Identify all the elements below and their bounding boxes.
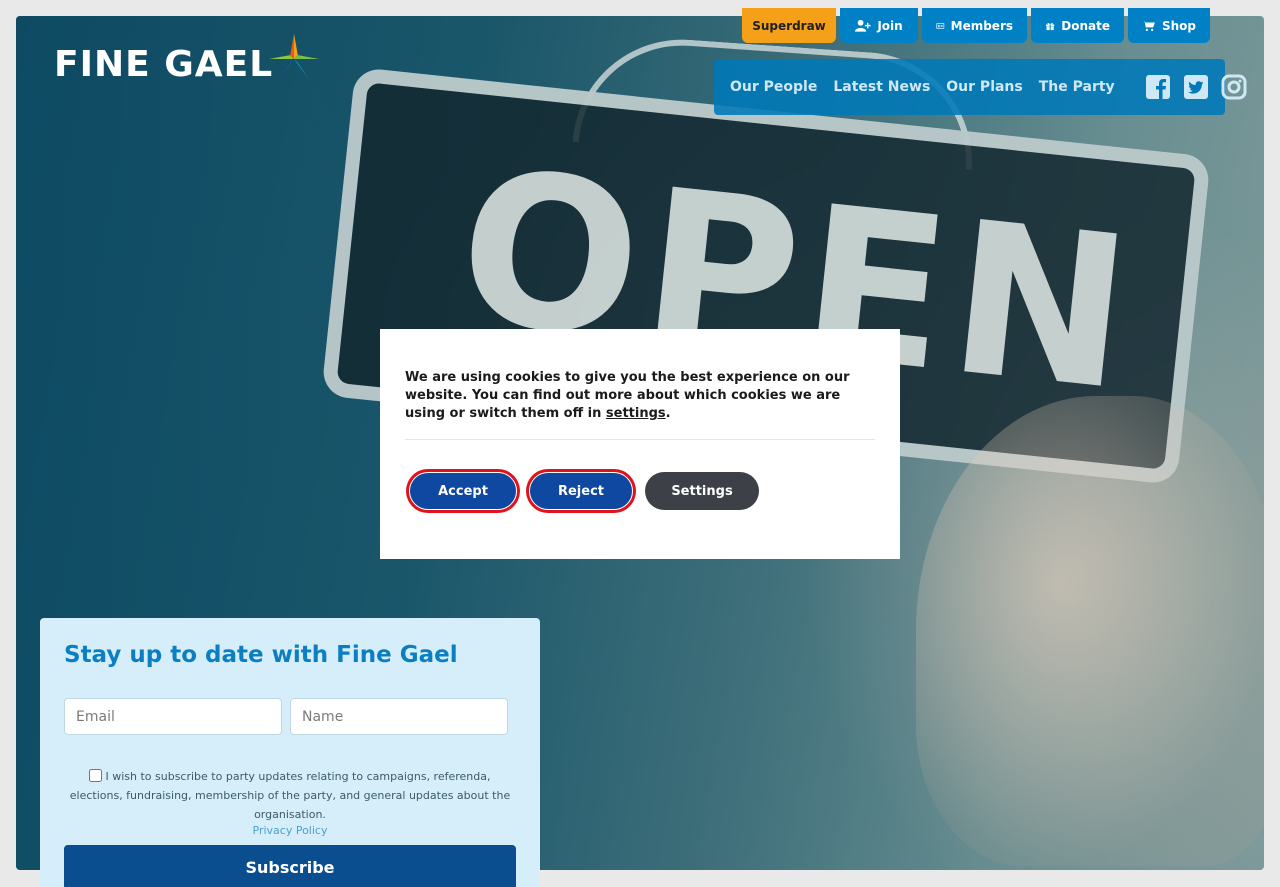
accept-cookies-button[interactable]: Accept (409, 472, 517, 510)
cookie-settings-link[interactable]: settings (606, 406, 666, 421)
cookie-message-end: . (665, 406, 671, 421)
cookie-message: We are using cookies to give you the bes… (405, 369, 875, 423)
cookie-overlay: We are using cookies to give you the bes… (0, 0, 1280, 887)
reject-cookies-button[interactable]: Reject (529, 472, 633, 510)
cookie-settings-button[interactable]: Settings (645, 472, 759, 510)
cookie-actions: Accept Reject Settings (405, 472, 875, 510)
cookie-consent-dialog: We are using cookies to give you the bes… (380, 329, 900, 559)
cookie-divider (405, 439, 875, 440)
